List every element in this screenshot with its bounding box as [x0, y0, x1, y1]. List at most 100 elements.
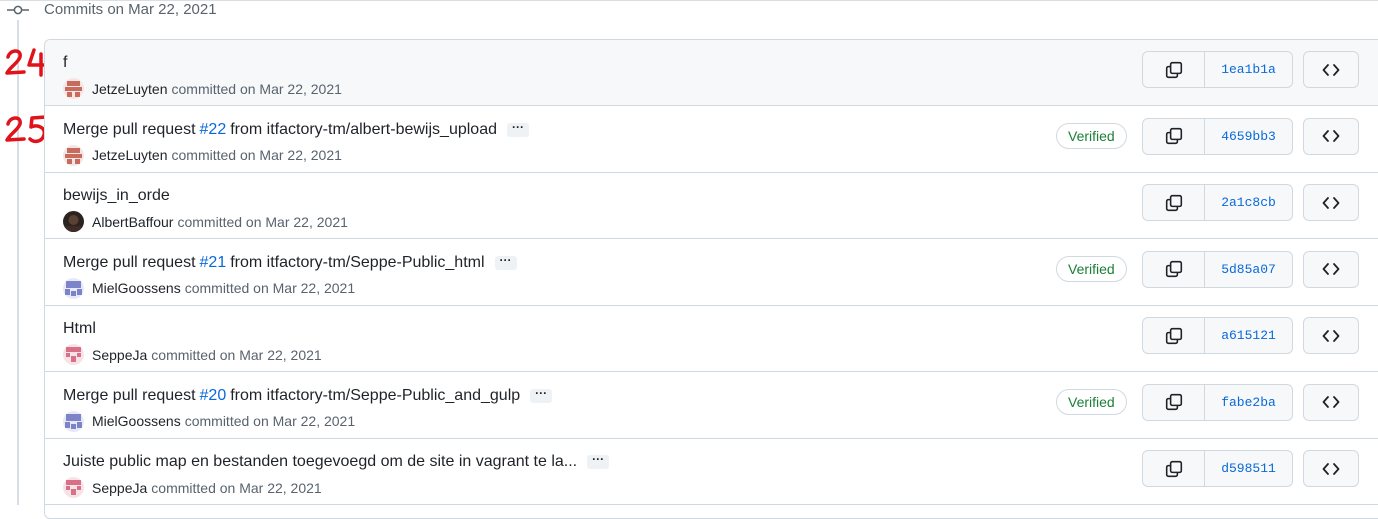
- code-icon: [1322, 262, 1340, 276]
- copy-icon: [1165, 127, 1183, 145]
- copy-icon: [1165, 194, 1183, 212]
- commit-message: f: [63, 54, 67, 72]
- copy-sha-button[interactable]: [1143, 185, 1205, 220]
- expand-message-button[interactable]: ···: [506, 121, 529, 137]
- commit-message-link[interactable]: Merge pull request: [63, 121, 196, 139]
- commit-meta: SeppeJa committed on Mar 22, 2021: [63, 477, 322, 498]
- commit-message-link[interactable]: bewijs_in_orde: [63, 187, 170, 205]
- commit-row: Html SeppeJa committed on Mar 22, 2021 a615…: [45, 306, 1378, 372]
- timeline-line: [17, 20, 19, 505]
- avatar[interactable]: [63, 277, 84, 299]
- avatar[interactable]: [63, 211, 84, 232]
- sha-button-group: 4659bb3: [1142, 117, 1293, 155]
- copy-icon: [1165, 460, 1183, 478]
- commit-sha-link[interactable]: 5d85a07: [1205, 252, 1292, 287]
- commit-date: committed on Mar 22, 2021: [171, 147, 342, 163]
- commit-sha-link[interactable]: 4659bb3: [1205, 119, 1292, 154]
- commit-sha-link[interactable]: 1ea1b1a: [1205, 52, 1292, 87]
- browse-repo-button[interactable]: [1303, 184, 1359, 221]
- commit-date: committed on Mar 22, 2021: [177, 213, 348, 230]
- code-icon: [1322, 63, 1340, 77]
- browse-repo-button[interactable]: [1303, 450, 1359, 487]
- commit-message-link[interactable]: Merge pull request: [63, 387, 196, 405]
- verified-badge[interactable]: Verified: [1056, 122, 1127, 149]
- avatar[interactable]: [63, 78, 84, 99]
- pull-request-link[interactable]: #20: [200, 387, 227, 405]
- commit-date: committed on Mar 22, 2021: [184, 280, 356, 296]
- commit-meta: JetzeLuyten committed on Mar 22, 2021: [63, 144, 342, 166]
- commit-message-link[interactable]: Html: [63, 320, 96, 338]
- commit-message-rest[interactable]: from itfactory-tm/albert-bewijs_upload: [230, 121, 497, 139]
- commit-date: committed on Mar 22, 2021: [151, 479, 322, 496]
- author-link[interactable]: SeppeJa: [92, 347, 147, 363]
- commit-message: bewijs_in_orde: [63, 187, 170, 205]
- commit-sha-link[interactable]: fabe2ba: [1205, 385, 1292, 420]
- commit-message-rest[interactable]: from itfactory-tm/Seppe-Public_and_gulp: [230, 387, 520, 405]
- sha-button-group: 5d85a07: [1142, 250, 1293, 288]
- browse-repo-button[interactable]: [1303, 250, 1359, 288]
- commit-meta: SeppeJa committed on Mar 22, 2021: [63, 344, 322, 365]
- author-link[interactable]: SeppeJa: [92, 480, 147, 496]
- browse-repo-button[interactable]: [1303, 51, 1359, 88]
- avatar[interactable]: [63, 344, 84, 365]
- code-icon: [1322, 462, 1340, 476]
- pull-request-link[interactable]: #22: [200, 121, 227, 139]
- git-commit-icon: [7, 5, 29, 15]
- commit-row: f JetzeLuyten committed on Mar 22, 2021 1ea…: [45, 40, 1378, 106]
- commit-message-rest[interactable]: from itfactory-tm/Seppe-Public_html: [230, 254, 484, 272]
- copy-sha-button[interactable]: [1143, 451, 1205, 486]
- commit-message-link[interactable]: f: [63, 54, 67, 72]
- author-link[interactable]: MielGoossens: [92, 280, 181, 296]
- author-link[interactable]: JetzeLuyten: [92, 81, 168, 97]
- author-link[interactable]: JetzeLuyten: [92, 147, 168, 163]
- code-icon: [1322, 129, 1340, 143]
- expand-message-button[interactable]: ···: [587, 453, 610, 469]
- commit-row: bewijs_in_orde AlbertBaffour committed on …: [45, 173, 1378, 239]
- copy-icon: [1165, 393, 1183, 411]
- avatar[interactable]: [63, 410, 84, 432]
- commit-message-link[interactable]: Merge pull request: [63, 254, 196, 272]
- sha-button-group: 2a1c8cb: [1142, 184, 1293, 221]
- copy-sha-button[interactable]: [1143, 251, 1205, 287]
- commit-group-title: Commits on Mar 22, 2021: [44, 1, 217, 18]
- copy-sha-button[interactable]: [1143, 318, 1205, 353]
- copy-icon: [1165, 61, 1183, 79]
- pull-request-link[interactable]: #21: [200, 254, 227, 272]
- author-link[interactable]: MielGoossens: [92, 413, 181, 429]
- verified-badge[interactable]: Verified: [1056, 255, 1127, 282]
- commit-message: Merge pull request #22 from itfactory-tm/a…: [63, 121, 529, 139]
- author-link[interactable]: AlbertBaffour: [92, 214, 173, 230]
- copy-sha-button[interactable]: [1143, 52, 1205, 87]
- copy-sha-button[interactable]: [1143, 118, 1205, 154]
- commit-message-link[interactable]: Juiste public map en bestanden toegevoeg…: [63, 453, 577, 471]
- code-icon: [1322, 395, 1340, 409]
- commit-date: committed on Mar 22, 2021: [184, 413, 356, 429]
- code-icon: [1322, 196, 1340, 210]
- copy-sha-button[interactable]: [1143, 384, 1205, 420]
- commit-message: Merge pull request #21 from itfactory-tm/S…: [63, 254, 517, 272]
- copy-icon: [1165, 327, 1183, 345]
- sha-button-group: a615121: [1142, 317, 1293, 354]
- avatar[interactable]: [63, 144, 84, 166]
- commit-meta: AlbertBaffour committed on Mar 22, 2021: [63, 211, 348, 232]
- browse-repo-button[interactable]: [1303, 317, 1359, 354]
- commit-row: Merge pull request #21 from itfactory-tm/S…: [45, 239, 1378, 306]
- commit-meta: MielGoossens committed on Mar 22, 2021: [63, 410, 356, 432]
- sha-button-group: fabe2ba: [1142, 383, 1293, 421]
- commit-sha-link[interactable]: d598511: [1205, 451, 1292, 486]
- browse-repo-button[interactable]: [1303, 117, 1359, 155]
- commit-row: Merge pull request #20 from itfactory-tm/S…: [45, 372, 1378, 439]
- commit-message: Juiste public map en bestanden toegevoeg…: [63, 453, 610, 471]
- copy-icon: [1165, 260, 1183, 278]
- commit-row: Juiste public map en bestanden toegevoeg…: [45, 439, 1378, 505]
- commit-sha-link[interactable]: a615121: [1205, 318, 1292, 353]
- verified-badge[interactable]: Verified: [1056, 388, 1127, 415]
- commit-meta: JetzeLuyten committed on Mar 22, 2021: [63, 78, 342, 99]
- commit-date: committed on Mar 22, 2021: [151, 346, 322, 363]
- commit-sha-link[interactable]: 2a1c8cb: [1205, 185, 1292, 220]
- expand-message-button[interactable]: ···: [530, 387, 553, 403]
- commit-meta: MielGoossens committed on Mar 22, 2021: [63, 277, 356, 299]
- expand-message-button[interactable]: ···: [494, 254, 517, 270]
- browse-repo-button[interactable]: [1303, 383, 1359, 421]
- avatar[interactable]: [63, 477, 84, 498]
